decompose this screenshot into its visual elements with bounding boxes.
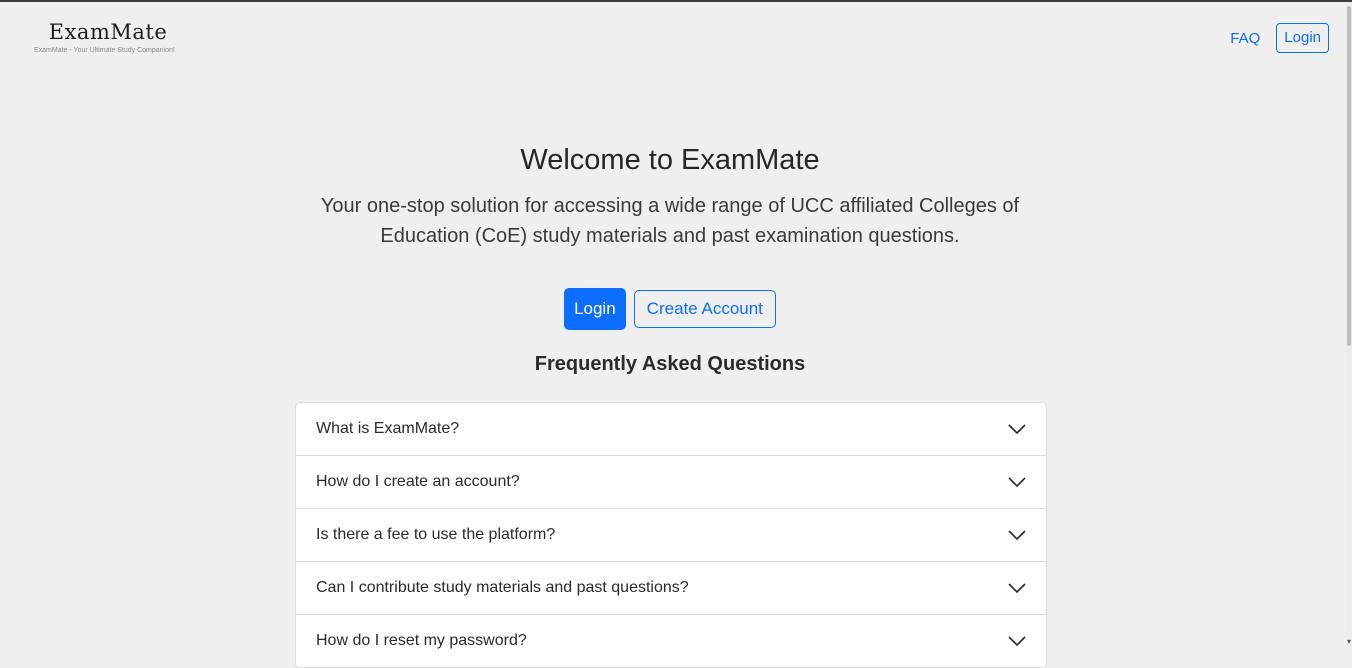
faq-question: What is ExamMate? (316, 420, 460, 437)
create-account-button[interactable]: Create Account (633, 290, 776, 328)
nav-faq-link[interactable]: FAQ (1230, 30, 1260, 47)
faq-question: Is there a fee to use the platform? (316, 526, 556, 543)
faq-question: How do I create an account? (316, 473, 520, 490)
faq-item[interactable]: Is there a fee to use the platform? (296, 508, 1046, 561)
scroll-down-arrow-icon[interactable]: ▾ (1346, 638, 1352, 646)
hero-subtitle: Your one-stop solution for accessing a w… (320, 195, 1020, 247)
window-top-border (0, 0, 1352, 2)
cta-buttons: Login Create Account (0, 288, 1340, 330)
scrollbar-thumb[interactable] (1347, 6, 1351, 346)
login-button[interactable]: Login (564, 288, 626, 330)
chevron-down-icon (1008, 583, 1026, 593)
faq-item[interactable]: How do I create an account? (296, 455, 1046, 508)
chevron-down-icon (1008, 424, 1026, 434)
brand-name: ExamMate (48, 20, 168, 44)
faq-heading: Frequently Asked Questions (534, 353, 806, 375)
chevron-down-icon (1008, 477, 1026, 487)
faq-item[interactable]: How do I reset my password? (296, 614, 1046, 667)
faq-question: Can I contribute study materials and pas… (316, 579, 689, 596)
faq-item[interactable]: Can I contribute study materials and pas… (296, 561, 1046, 614)
chevron-down-icon (1008, 530, 1026, 540)
nav-login-button[interactable]: Login (1276, 23, 1329, 53)
brand-logo[interactable]: ExamMate ExamMate - Your Ultimate Study … (34, 20, 194, 54)
hero-section: Welcome to ExamMate Your one-stop soluti… (0, 144, 1340, 251)
nav-links: FAQ Login (1230, 23, 1329, 53)
faq-item[interactable]: What is ExamMate? (296, 403, 1046, 455)
page-title: Welcome to ExamMate (520, 144, 820, 176)
brand-tagline: ExamMate - Your Ultimate Study Companion… (34, 47, 175, 54)
faq-accordion: What is ExamMate? How do I create an acc… (295, 402, 1047, 668)
page-scrollbar[interactable]: ▾ (1346, 2, 1352, 648)
faq-question: How do I reset my password? (316, 632, 527, 649)
chevron-down-icon (1008, 636, 1026, 646)
